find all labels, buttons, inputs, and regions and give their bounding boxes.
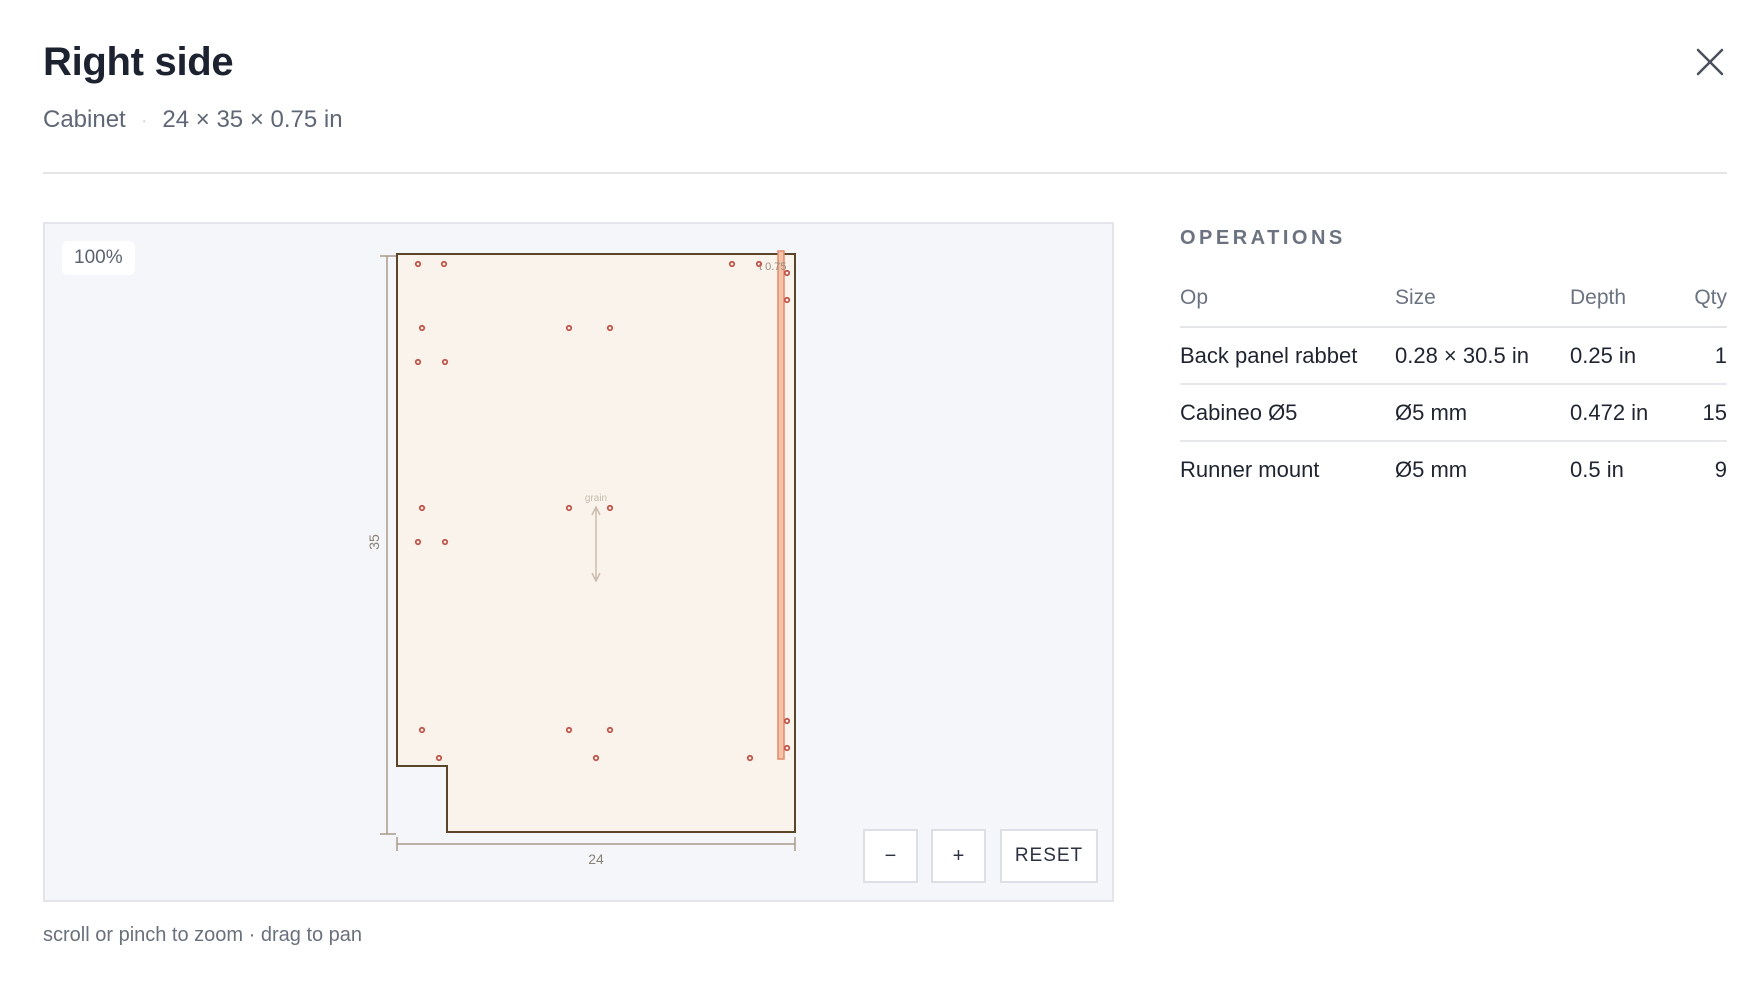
column-header-depth: Depth <box>1570 270 1680 328</box>
operations-table: Op Size Depth Qty Back panel rabbet 0.28… <box>1180 270 1727 497</box>
subtitle-separator: · <box>141 112 147 128</box>
op-name: Runner mount <box>1180 456 1320 482</box>
column-header-size: Size <box>1395 270 1570 328</box>
viewer-hint: scroll or pinch to zoom · drag to pan <box>43 924 363 946</box>
column-header-op: Op <box>1180 270 1395 328</box>
part-dimensions: 24 × 35 × 0.75 in <box>162 106 343 133</box>
op-name: Cabineo Ø5 <box>1180 384 1395 442</box>
part-subtitle: Cabinet · 24 × 35 × 0.75 in <box>43 106 343 134</box>
height-dimension: 35 <box>366 255 396 835</box>
thickness-label: t 0.75 <box>759 261 787 273</box>
header-divider <box>43 172 1727 174</box>
op-depth: 0.472 in <box>1570 384 1680 442</box>
page-title: Right side <box>43 40 234 84</box>
zoom-level-badge: 100% <box>62 241 135 275</box>
op-size: Ø5 mm <box>1395 384 1570 442</box>
table-row: Runner mount Ø5 mm 0.5 in 9 <box>1180 441 1727 497</box>
part-viewer-canvas[interactable]: 35 24 t 0.75 grain 100% − + RESET <box>43 222 1114 902</box>
column-header-qty: Qty <box>1680 270 1727 328</box>
back-panel-rabbet <box>777 250 785 760</box>
zoom-in-button[interactable]: + <box>931 829 986 883</box>
part-drawing: 35 24 t 0.75 grain <box>366 250 796 867</box>
height-dimension-label: 35 <box>366 534 382 550</box>
table-row: Cabineo Ø5 Ø5 mm 0.472 in 15 <box>1180 384 1727 442</box>
table-header-row: Op Size Depth Qty <box>1180 270 1727 328</box>
close-button[interactable] <box>1694 46 1726 78</box>
width-dimension: 24 <box>396 837 796 867</box>
reset-view-button[interactable]: RESET <box>1000 829 1098 883</box>
zoom-out-button[interactable]: − <box>863 829 918 883</box>
width-dimension-label: 24 <box>588 851 604 867</box>
op-qty: 9 <box>1714 456 1727 482</box>
op-name: Back panel rabbet <box>1180 327 1395 385</box>
op-size: 0.28 × 30.5 in <box>1395 327 1570 385</box>
part-category: Cabinet <box>43 106 126 133</box>
table-row: Back panel rabbet 0.28 × 30.5 in 0.25 in… <box>1180 327 1727 385</box>
op-depth: 0.5 in <box>1570 456 1624 482</box>
op-size: Ø5 mm <box>1395 456 1468 482</box>
op-qty: 15 <box>1680 384 1727 442</box>
close-icon <box>1696 48 1724 76</box>
op-depth: 0.25 in <box>1570 327 1680 385</box>
operations-title: OPERATIONS <box>1180 227 1346 249</box>
op-qty: 1 <box>1680 327 1727 385</box>
grain-label: grain <box>585 493 607 504</box>
